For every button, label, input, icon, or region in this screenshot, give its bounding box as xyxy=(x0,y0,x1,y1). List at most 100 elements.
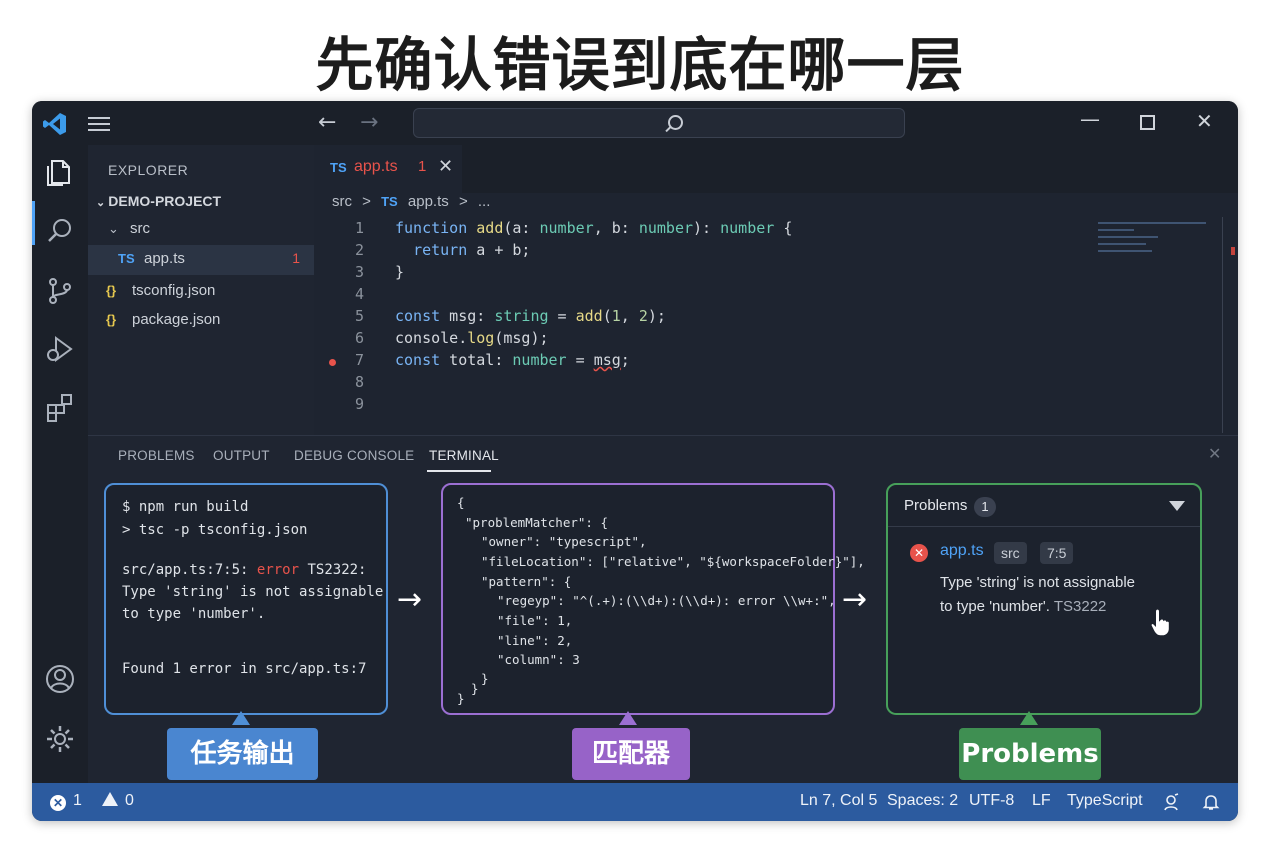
filter-icon[interactable] xyxy=(1169,501,1185,511)
tab-label: app.ts xyxy=(354,158,398,175)
typescript-file-icon: TS xyxy=(381,194,398,209)
terminal-error-line: src/app.ts:7:5: error TS2322: xyxy=(122,562,367,578)
matcher-line: "file": 1, xyxy=(497,613,573,628)
tree-item-tsconfig[interactable]: {} tsconfig.json xyxy=(88,277,314,307)
minimize-button[interactable]: — xyxy=(1080,107,1100,131)
maximize-button[interactable] xyxy=(1140,115,1155,130)
project-name: DEMO-PROJECT xyxy=(108,193,222,209)
active-indicator xyxy=(32,201,35,245)
explorer-icon[interactable] xyxy=(44,157,76,189)
json-file-icon: {} xyxy=(106,312,117,327)
tab-terminal[interactable]: TERMINAL xyxy=(429,448,499,463)
breadcrumb-file[interactable]: app.ts xyxy=(408,193,449,210)
error-squiggle[interactable]: msg xyxy=(594,351,621,369)
tab-debug-console[interactable]: DEBUG CONSOLE xyxy=(294,448,414,463)
status-eol[interactable]: LF xyxy=(1032,792,1051,810)
callout-pointer xyxy=(232,711,250,725)
tab-problems[interactable]: PROBLEMS xyxy=(118,448,195,463)
line-number: 9 xyxy=(354,395,364,413)
status-language[interactable]: TypeScript xyxy=(1067,792,1143,810)
problem-message[interactable]: Type 'string' is not assignable xyxy=(940,574,1135,591)
forward-arrow-icon[interactable]: → xyxy=(360,110,378,135)
menu-icon[interactable] xyxy=(88,113,110,133)
status-indentation[interactable]: Spaces: 2 xyxy=(887,792,958,810)
breadcrumb-src[interactable]: src xyxy=(332,193,352,210)
tree-item-label: tsconfig.json xyxy=(132,282,216,299)
label-problems: Problems xyxy=(959,728,1101,780)
close-window-button[interactable]: ✕ xyxy=(1196,109,1213,133)
source-control-icon[interactable] xyxy=(44,275,76,307)
activity-bar xyxy=(32,145,88,783)
line-content: const msg: string = add(1, 2); xyxy=(395,307,666,325)
problem-code: TS3222 xyxy=(1053,598,1107,615)
editor-scrollbar[interactable] xyxy=(1222,217,1223,433)
breadcrumb-symbol[interactable]: ... xyxy=(478,193,491,210)
tree-item-package[interactable]: {} package.json xyxy=(88,306,314,336)
vscode-logo-icon xyxy=(43,113,66,135)
terminal-line: Found 1 error in src/app.ts:7 xyxy=(122,661,367,677)
minimap[interactable] xyxy=(1098,217,1218,257)
line-number: 3 xyxy=(354,263,364,281)
problem-matcher-box: { "problemMatcher": { "owner": "typescri… xyxy=(441,483,865,715)
explorer-sidebar: EXPLORER ⌄ DEMO-PROJECT ⌄ src TS app.ts … xyxy=(88,145,314,435)
line-number: 6 xyxy=(354,329,364,347)
status-cursor-position[interactable]: Ln 7, Col 5 xyxy=(800,792,877,810)
problems-view-box: Problems 1 ✕ app.ts src 7:5 Type 'string… xyxy=(886,483,1202,715)
close-tab-icon[interactable]: ✕ xyxy=(438,156,453,177)
problem-file-link[interactable]: app.ts xyxy=(940,542,984,560)
line-number: 2 xyxy=(354,241,364,259)
back-arrow-icon[interactable]: ← xyxy=(318,110,336,135)
chevron-down-icon: ⌄ xyxy=(96,197,109,209)
tree-item-label: package.json xyxy=(132,311,221,328)
tab-output[interactable]: OUTPUT xyxy=(213,448,270,463)
warning-icon xyxy=(102,792,118,806)
typescript-file-icon: TS xyxy=(330,160,347,175)
problem-message[interactable]: to type 'number'. TS3222 xyxy=(940,598,1106,615)
breadcrumb-separator: > xyxy=(362,193,371,210)
status-warnings[interactable]: 0 xyxy=(102,792,134,810)
feedback-icon[interactable] xyxy=(1162,793,1180,811)
flow-arrow: → xyxy=(397,582,423,617)
tree-item-label: app.ts xyxy=(144,250,185,267)
settings-gear-icon[interactable] xyxy=(44,723,76,755)
error-dot-icon xyxy=(329,359,336,366)
json-file-icon: {} xyxy=(106,283,117,298)
matcher-line: "line": 2, xyxy=(497,633,573,648)
close-panel-icon[interactable]: ✕ xyxy=(1208,444,1221,463)
extensions-icon[interactable] xyxy=(44,391,76,423)
run-debug-icon[interactable] xyxy=(44,333,76,365)
search-icon[interactable] xyxy=(44,215,76,247)
search-icon xyxy=(668,115,683,130)
code-line: 7 const total: number = msg; xyxy=(314,351,1134,373)
editor-tabs: TS app.ts 1 ✕ xyxy=(314,145,1238,193)
label-matcher: 匹配器 xyxy=(572,728,690,780)
tree-item-app-ts[interactable]: TS app.ts 1 xyxy=(88,245,314,275)
flow-arrow: → xyxy=(842,582,868,617)
matcher-line: "regeyp": "^(.+):(\\d+):(\\d+): error \\… xyxy=(497,593,836,608)
line-number: 5 xyxy=(354,307,364,325)
account-icon[interactable] xyxy=(44,663,76,695)
error-icon: ✕ xyxy=(910,544,928,562)
callout-pointer xyxy=(619,711,637,725)
error-scroll-marker xyxy=(1231,247,1235,255)
code-line: 4 xyxy=(314,285,1134,307)
headline: 先确认错误到底在哪一层 xyxy=(315,31,965,99)
problems-title: Problems xyxy=(904,497,968,514)
line-number: 4 xyxy=(354,285,364,303)
tree-item-src[interactable]: ⌄ src xyxy=(88,215,314,245)
breadcrumb-separator: > xyxy=(458,193,468,210)
breadcrumb: src > TS app.ts > ... xyxy=(332,193,496,219)
line-number: 1 xyxy=(354,219,364,237)
status-errors[interactable]: ✕ 1 xyxy=(50,792,82,811)
project-folder[interactable]: ⌄ DEMO-PROJECT xyxy=(96,193,221,209)
tab-app-ts[interactable]: TS app.ts 1 ✕ xyxy=(314,145,462,193)
notifications-bell-icon[interactable] xyxy=(1202,793,1220,811)
status-encoding[interactable]: UTF-8 xyxy=(969,792,1014,810)
problems-header: Problems 1 xyxy=(888,485,1200,527)
command-center-search[interactable] xyxy=(413,108,905,138)
matcher-line: "fileLocation": ["relative", "${workspac… xyxy=(481,554,865,569)
active-tab-underline xyxy=(427,470,491,472)
tab-error-badge: 1 xyxy=(418,158,427,175)
title-bar: ← → — ✕ xyxy=(32,101,1238,145)
line-content: return a + b; xyxy=(413,241,531,259)
